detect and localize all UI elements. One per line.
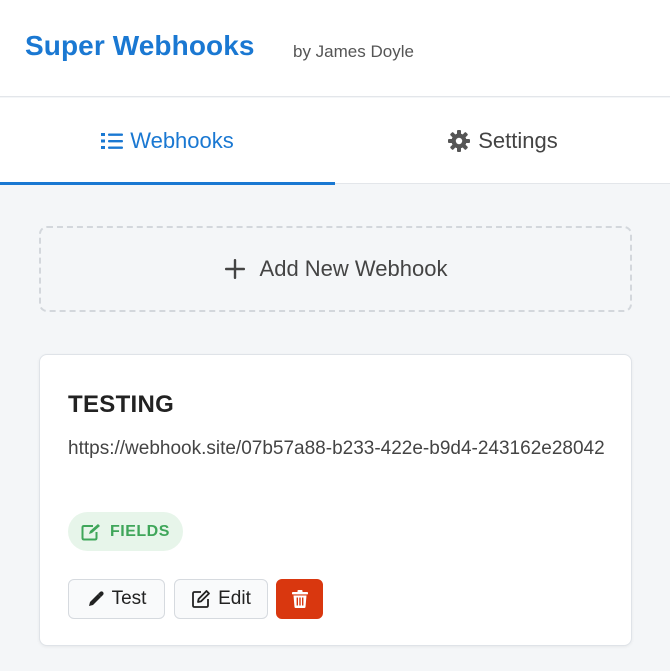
fields-badge[interactable]: FIELDS [68, 512, 183, 551]
webhook-card: TESTING https://webhook.site/07b57a88-b2… [39, 354, 632, 646]
webhook-name: TESTING [68, 391, 175, 418]
edit-button[interactable]: Edit [174, 579, 268, 619]
app-header: Super Webhooks by James Doyle [0, 0, 670, 97]
delete-button[interactable] [276, 579, 323, 619]
fields-badge-label: FIELDS [110, 522, 170, 540]
tab-settings[interactable]: Settings [335, 98, 670, 184]
trash-icon [291, 590, 308, 608]
tab-bar: Webhooks Settings [0, 98, 670, 185]
test-button[interactable]: Test [68, 579, 165, 619]
app-title: Super Webhooks [25, 30, 255, 61]
edit-icon [191, 589, 211, 609]
list-icon [101, 131, 124, 151]
plus-icon [224, 258, 246, 280]
eyedropper-icon [87, 590, 105, 608]
gear-icon [447, 129, 471, 153]
add-new-webhook-button[interactable]: Add New Webhook [39, 226, 632, 312]
edit-button-label: Edit [218, 588, 251, 609]
webhook-url: https://webhook.site/07b57a88-b233-422e-… [68, 438, 605, 459]
tab-settings-label: Settings [478, 128, 558, 153]
app-author: by James Doyle [293, 42, 414, 61]
add-new-webhook-label: Add New Webhook [259, 256, 448, 281]
test-button-label: Test [111, 588, 147, 609]
tab-webhooks[interactable]: Webhooks [0, 98, 335, 185]
tab-webhooks-label: Webhooks [130, 128, 234, 153]
edit-square-icon [81, 523, 103, 541]
